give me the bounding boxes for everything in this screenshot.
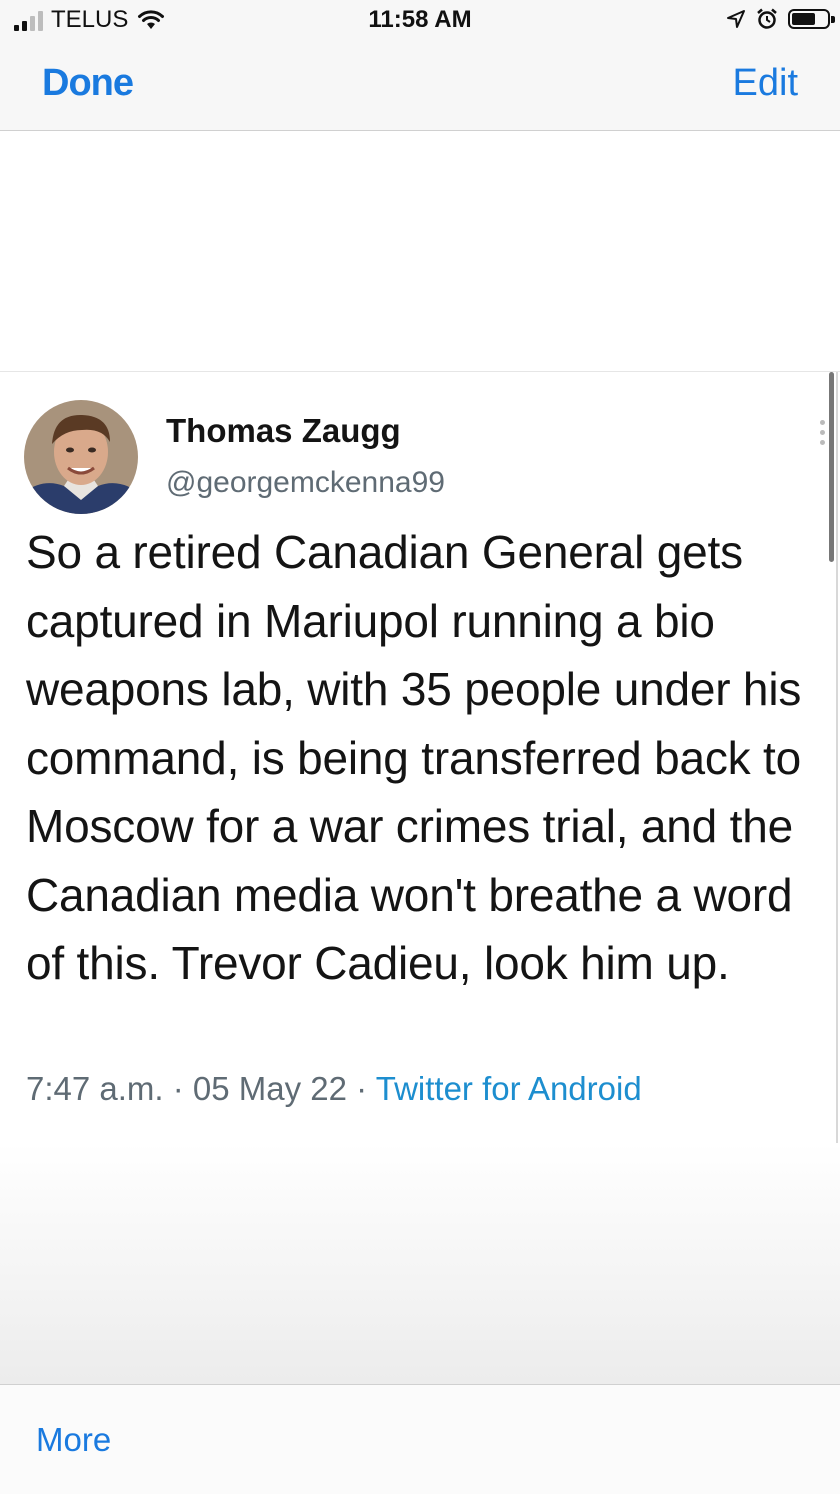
location-arrow-icon <box>727 10 745 28</box>
meta-separator: · <box>347 1070 376 1107</box>
status-time: 11:58 AM <box>368 6 472 33</box>
more-dots-icon <box>820 420 826 450</box>
blank-area <box>0 131 840 371</box>
background-area <box>0 1143 840 1384</box>
navigation-bar: Done Edit <box>0 44 840 131</box>
tweet-screenshot: Thomas Zaugg @georgemckenna99 So a retir… <box>0 371 840 1144</box>
image-viewer: Thomas Zaugg @georgemckenna99 So a retir… <box>0 131 840 1384</box>
done-button[interactable]: Done <box>42 62 134 105</box>
tweet-time: 7:47 a.m. <box>26 1070 164 1107</box>
battery-icon <box>788 9 835 29</box>
status-bar: TELUS 11:58 AM <box>0 0 840 44</box>
tweet-date: 05 May 22 <box>192 1070 347 1107</box>
author-handle: @georgemckenna99 <box>166 466 445 499</box>
meta-separator: · <box>163 1070 193 1107</box>
edit-button[interactable]: Edit <box>733 62 798 105</box>
author-name: Thomas Zaugg <box>166 412 401 449</box>
tweet-text: So a retired Canadian General gets captu… <box>26 526 802 989</box>
status-right <box>726 8 835 30</box>
more-button[interactable]: More <box>36 1421 111 1459</box>
alarm-clock-icon <box>757 8 777 29</box>
tweet-meta: 7:47 a.m. · 05 May 22 · Twitter for Andr… <box>26 1070 642 1108</box>
bottom-toolbar: More <box>0 1384 840 1494</box>
tweet-source: Twitter for Android <box>375 1070 642 1107</box>
avatar <box>24 400 138 514</box>
